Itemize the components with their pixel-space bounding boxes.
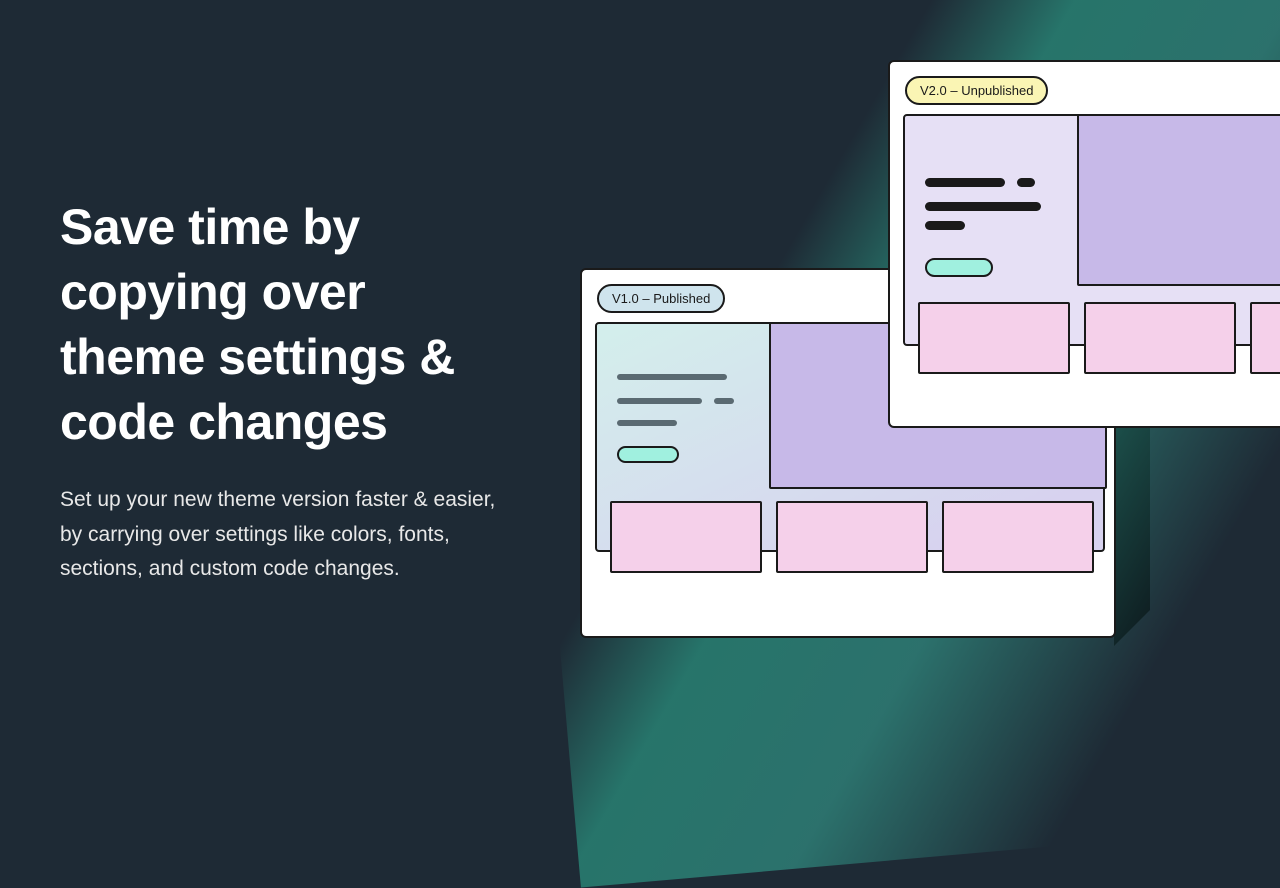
- theme-card-v1-inner: [595, 322, 1105, 552]
- pill-button-icon: [925, 258, 993, 277]
- tile-icon: [918, 302, 1070, 374]
- tile-icon: [1084, 302, 1236, 374]
- marketing-text: Save time by copying over theme settings…: [60, 195, 500, 587]
- theme-card-v2: V2.0 – Unpublished: [888, 60, 1280, 428]
- tile-icon: [776, 501, 928, 573]
- tile-icon: [1250, 302, 1280, 374]
- theme-card-v1: V1.0 – Published: [580, 268, 1116, 638]
- skeleton-lines-icon: [617, 374, 747, 426]
- illustration-area: V1.0 – Published V2.0 – Unpublished: [580, 60, 1280, 660]
- subtext: Set up your new theme version faster & e…: [60, 483, 500, 587]
- pill-button-icon: [617, 446, 679, 463]
- hero-block-icon: [769, 322, 1107, 489]
- hero-block-icon: [1077, 114, 1280, 286]
- headline: Save time by copying over theme settings…: [60, 195, 500, 455]
- badge-v1: V1.0 – Published: [597, 284, 725, 313]
- light-beam: [502, 0, 1280, 888]
- theme-card-v2-inner: [903, 114, 1280, 346]
- badge-v2: V2.0 – Unpublished: [905, 76, 1048, 105]
- skeleton-lines-icon: [925, 174, 1055, 230]
- tile-icon: [942, 501, 1094, 573]
- tile-icon: [610, 501, 762, 573]
